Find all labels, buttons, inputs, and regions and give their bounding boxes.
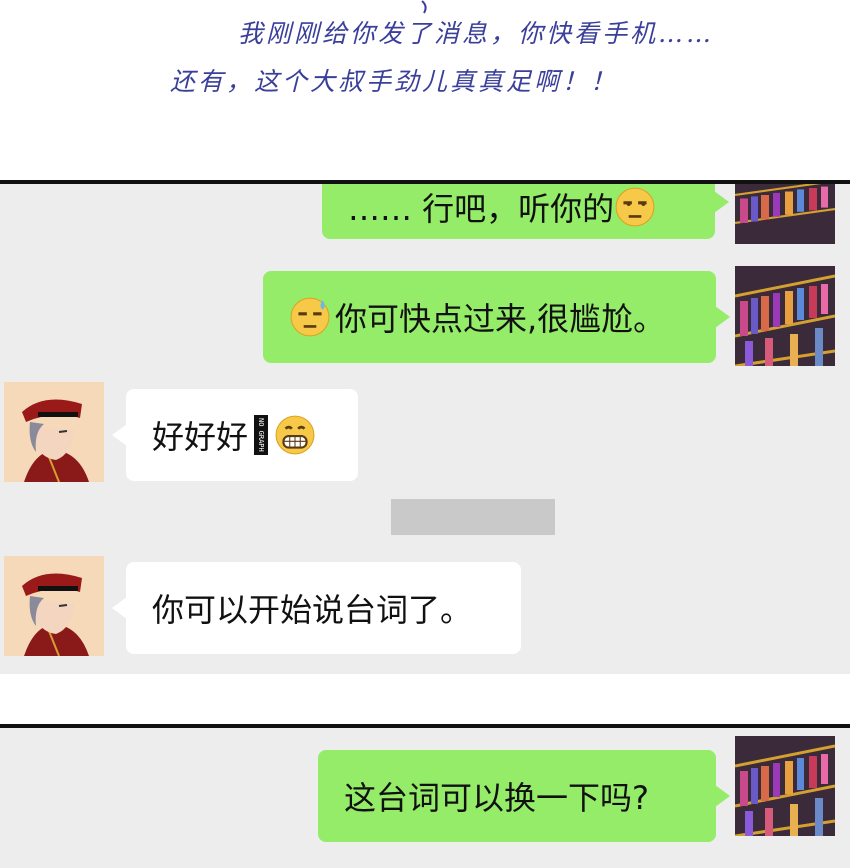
message-bubble-3[interactable]: 好好好 NO GRAPH [112, 389, 358, 481]
avatar-self[interactable] [735, 736, 835, 836]
panel-gutter [0, 674, 850, 724]
message-bubble-2[interactable]: 你可快点过来,很尴尬。 [263, 271, 730, 363]
message-bubble-5[interactable]: 这台词可以换一下吗? [318, 750, 730, 842]
avatar-bellboy[interactable] [4, 556, 104, 656]
message-text: 好好好 [152, 418, 249, 456]
message-bubble-4[interactable]: 你可以开始说台词了。 [112, 562, 521, 654]
avatar-self[interactable] [735, 266, 835, 366]
speech-tick-icon [421, 0, 427, 14]
blurred-timestamp [391, 499, 555, 535]
message-text: 你可快点过来,很尴尬。 [335, 300, 666, 338]
avatar-bellboy[interactable] [4, 382, 104, 482]
unamused-emoji-icon [614, 186, 656, 228]
grin-emoji-icon [274, 414, 316, 456]
message-text: 你可以开始说台词了。 [152, 591, 473, 629]
chat-panel-1: …… 行吧，听你的 你可快点过来,很尴尬。 好好好 NO GRAPH 你可以开始… [0, 180, 850, 678]
sweat-emoji-icon [289, 296, 331, 338]
watermark-label: NO GRAPH [254, 415, 269, 455]
message-text: …… 行吧，听你的 [348, 189, 615, 228]
caption-line-2: 还有，这个大叔手劲儿真真足啊！！ [170, 67, 619, 96]
message-text: 这台词可以换一下吗? [344, 779, 649, 817]
message-bubble-1[interactable]: …… 行吧，听你的 [322, 184, 729, 239]
avatar-self[interactable] [735, 184, 835, 244]
caption-line-1: 我刚刚给你发了消息，你快看手机…… [238, 19, 715, 48]
chat-panel-2: 这台词可以换一下吗? [0, 724, 850, 868]
